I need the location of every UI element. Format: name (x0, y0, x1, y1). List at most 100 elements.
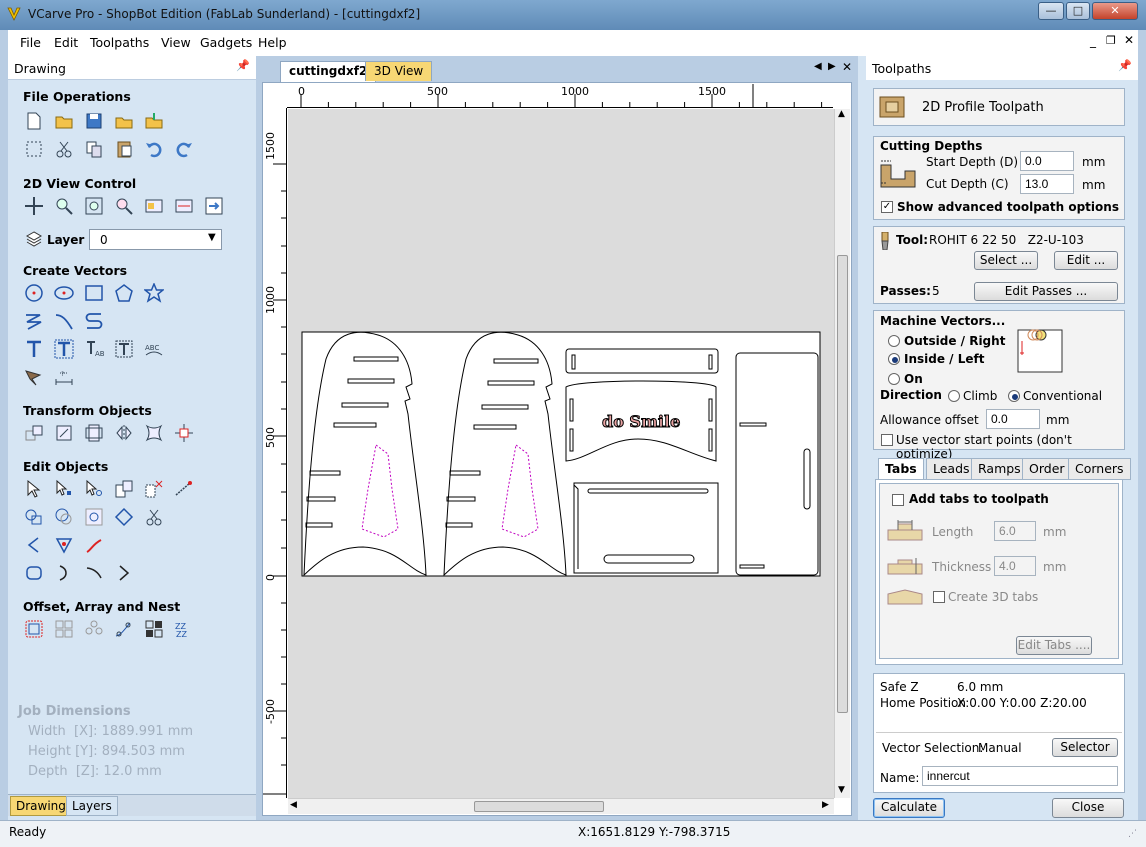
edit-tool-button[interactable]: Edit ... (1054, 251, 1118, 270)
layer-select[interactable]: 0 ▼ (89, 229, 222, 250)
menu-view[interactable]: View (161, 35, 191, 50)
scroll-right-icon[interactable]: ▶ (822, 800, 829, 810)
copy-icon[interactable] (84, 139, 104, 159)
cut-depth-input[interactable] (1020, 174, 1074, 194)
allowance-input[interactable] (986, 409, 1040, 429)
draw-ellipse-icon[interactable] (54, 283, 74, 303)
subtract-icon[interactable] (54, 507, 74, 527)
intersect-icon[interactable] (84, 507, 104, 527)
draw-curve-icon[interactable] (54, 311, 74, 331)
resize-grip-icon[interactable]: ⋰ (1128, 829, 1137, 839)
circular-copy-icon[interactable] (84, 619, 104, 639)
scroll-down-icon[interactable]: ▼ (838, 785, 845, 795)
tab-drawing[interactable]: Drawing (10, 796, 72, 816)
text-on-curve-icon[interactable]: AB (84, 339, 104, 359)
toolpath-name-input[interactable] (922, 766, 1118, 786)
tab-scroll-left-icon[interactable]: ◀ (814, 61, 822, 72)
scroll-left-icon[interactable]: ◀ (290, 800, 297, 810)
curve-fit-icon[interactable] (54, 563, 74, 583)
new-file-icon[interactable] (24, 111, 44, 131)
close-document-icon[interactable]: ✕ (842, 60, 852, 74)
pin-icon[interactable]: 📌 (1118, 59, 1132, 72)
draw-text-icon[interactable] (24, 339, 44, 359)
advanced-options-checkbox[interactable]: ✓ (881, 201, 893, 213)
cut-icon[interactable] (54, 139, 74, 159)
close-window-button[interactable]: ✕ (1092, 2, 1138, 20)
arc-text-icon[interactable]: ABC (144, 339, 164, 359)
nesting-icon[interactable] (144, 619, 164, 639)
join-open-icon[interactable] (114, 563, 134, 583)
pin-icon[interactable]: 📌 (236, 59, 250, 72)
draw-rectangle-icon[interactable] (84, 283, 104, 303)
block-copy-icon[interactable] (54, 619, 74, 639)
horizontal-scrollbar[interactable]: ◀ ▶ (288, 798, 834, 814)
rotate-icon[interactable] (84, 423, 104, 443)
conventional-radio[interactable] (1008, 390, 1020, 402)
auto-nest-icon[interactable]: ZZ ZZ (174, 619, 194, 639)
auto-layout-text-icon[interactable] (54, 339, 74, 359)
view-left-icon[interactable] (144, 196, 164, 216)
minimize-window-button[interactable]: — (1038, 2, 1064, 20)
trim-icon[interactable] (144, 507, 164, 527)
undo-icon[interactable] (144, 139, 164, 159)
thickness-input[interactable] (994, 556, 1036, 576)
menu-help[interactable]: Help (258, 35, 287, 50)
dimension-icon[interactable]: ? (54, 367, 74, 387)
tab-3d-view[interactable]: 3D View (365, 61, 433, 81)
scale-icon[interactable] (54, 423, 74, 443)
maximize-window-button[interactable]: □ (1066, 2, 1090, 20)
length-input[interactable] (994, 521, 1036, 541)
join-vectors-icon[interactable] (114, 507, 134, 527)
menu-toolpaths[interactable]: Toolpaths (90, 35, 149, 50)
move-icon[interactable] (24, 423, 44, 443)
save-file-icon[interactable] (84, 111, 104, 131)
paste-icon[interactable] (114, 139, 134, 159)
mdi-close-icon[interactable]: ✕ (1124, 33, 1134, 47)
draw-bitmap-trace-icon[interactable] (24, 367, 44, 387)
outside-radio[interactable] (888, 335, 900, 347)
align-icon[interactable] (174, 423, 194, 443)
calculate-button[interactable]: Calculate (873, 798, 945, 818)
node-edit-icon[interactable] (54, 479, 74, 499)
close-vector-icon[interactable] (54, 535, 74, 555)
view-center-icon[interactable] (174, 196, 194, 216)
import-file-icon[interactable] (114, 111, 134, 131)
extend-vector-icon[interactable] (84, 535, 104, 555)
select-all-icon[interactable] (24, 139, 44, 159)
select-tool-button[interactable]: Select ... (974, 251, 1038, 270)
text-arc-icon[interactable] (114, 339, 134, 359)
ungroup-icon[interactable] (144, 479, 164, 499)
scroll-up-icon[interactable]: ▲ (838, 109, 845, 119)
menu-gadgets[interactable]: Gadgets (200, 35, 252, 50)
mirror-icon[interactable] (114, 423, 134, 443)
import-bitmap-icon[interactable] (144, 111, 164, 131)
pan-icon[interactable] (24, 196, 44, 216)
draw-circle-icon[interactable] (24, 283, 44, 303)
tab-layers[interactable]: Layers (66, 796, 118, 816)
menu-file[interactable]: File (20, 35, 41, 50)
start-points-checkbox[interactable] (881, 434, 893, 446)
smart-smooth-icon[interactable] (24, 563, 44, 583)
copy-along-vector-icon[interactable] (114, 619, 134, 639)
draw-star-icon[interactable] (144, 283, 164, 303)
tab-ramps[interactable]: Ramps (971, 458, 1028, 480)
measure-icon[interactable] (174, 479, 194, 499)
fillet-icon[interactable] (24, 535, 44, 555)
mdi-minimize-icon[interactable]: _ (1090, 34, 1096, 48)
zoom-icon[interactable] (54, 196, 74, 216)
horizontal-scroll-thumb[interactable] (474, 801, 604, 812)
tab-corners[interactable]: Corners (1068, 458, 1131, 480)
vertical-scrollbar[interactable]: ▲ ▼ (834, 109, 850, 798)
close-button[interactable]: Close (1052, 798, 1124, 818)
arc-fit-icon[interactable] (84, 563, 104, 583)
tab-cuttingdxf2[interactable]: cuttingdxf2 (280, 61, 377, 82)
edit-tabs-button[interactable]: Edit Tabs .... (1016, 636, 1092, 655)
tab-scroll-right-icon[interactable]: ▶ (828, 61, 836, 72)
weld-icon[interactable] (24, 507, 44, 527)
view-right-icon[interactable] (204, 196, 224, 216)
group-icon[interactable] (114, 479, 134, 499)
menu-edit[interactable]: Edit (54, 35, 78, 50)
redo-icon[interactable] (174, 139, 194, 159)
climb-radio[interactable] (948, 390, 960, 402)
tab-order[interactable]: Order (1022, 458, 1072, 480)
